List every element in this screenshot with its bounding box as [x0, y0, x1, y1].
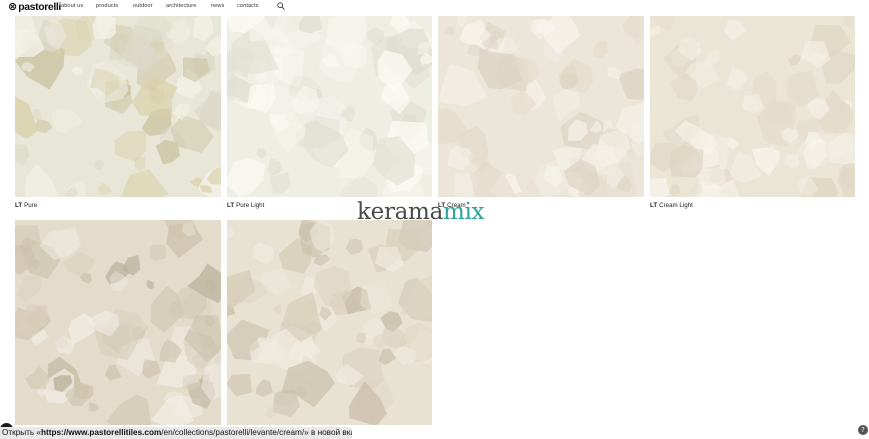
tile-name: Pure Light — [236, 202, 265, 209]
marble-texture — [15, 220, 221, 425]
status-host: https://www.pastorellitiles.com — [40, 428, 162, 437]
tile-caption-lt-pure[interactable]: LT Pure — [15, 202, 37, 209]
nav-architecture[interactable]: architecture — [166, 3, 196, 9]
tile-lt-cream[interactable] — [438, 16, 644, 197]
tile-lt-pure[interactable] — [15, 16, 221, 197]
marble-texture — [650, 16, 855, 197]
help-button[interactable]: ? — [858, 425, 868, 435]
search-icon[interactable] — [277, 2, 285, 10]
tile-caption-lt-cream-light[interactable]: LT Cream Light — [650, 202, 693, 209]
logo-mark-icon: ⊗ — [8, 0, 18, 13]
tile-prefix: LT — [650, 202, 658, 209]
nav-about-us[interactable]: about us — [61, 3, 83, 9]
marble-texture — [227, 16, 432, 197]
nav-products[interactable]: products — [96, 3, 118, 9]
link-status-bar: Открыть «https://www.pastorellitiles.com… — [0, 427, 352, 439]
nav-news[interactable]: news — [211, 3, 224, 9]
nav-outdoor[interactable]: outdoor — [133, 3, 153, 9]
marble-texture — [15, 16, 221, 197]
pastorelli-logo[interactable]: ⊗ pastorelli — [8, 0, 61, 14]
tile-lt-pure-light[interactable] — [227, 16, 432, 197]
nav-contacts[interactable]: contacts — [237, 3, 259, 9]
watermark-part-2: mix — [442, 199, 485, 225]
tile-prefix: LT — [227, 202, 235, 209]
tile-row2-1[interactable] — [15, 220, 221, 425]
keramamix-watermark: keramamix — [357, 199, 485, 225]
tile-row2-2[interactable] — [227, 220, 432, 425]
tile-prefix: LT — [15, 202, 23, 209]
tile-name: Pure — [24, 202, 38, 209]
status-prefix: Открыть « — [2, 428, 41, 437]
tile-name: Cream Light — [659, 202, 693, 209]
status-path: /en/collections/pastorelli/levante/cream… — [161, 428, 305, 437]
logo-text: pastorelli — [18, 1, 61, 13]
tile-lt-cream-light[interactable] — [650, 16, 855, 197]
watermark-part-1: kerama — [357, 199, 443, 225]
status-suffix: » в новой вкладке — [304, 428, 352, 437]
site-header: ⊗ pastorelli about us products outdoor a… — [0, 0, 869, 14]
marble-texture — [438, 16, 644, 197]
tile-caption-lt-pure-light[interactable]: LT Pure Light — [227, 202, 264, 209]
marble-texture — [227, 220, 432, 425]
